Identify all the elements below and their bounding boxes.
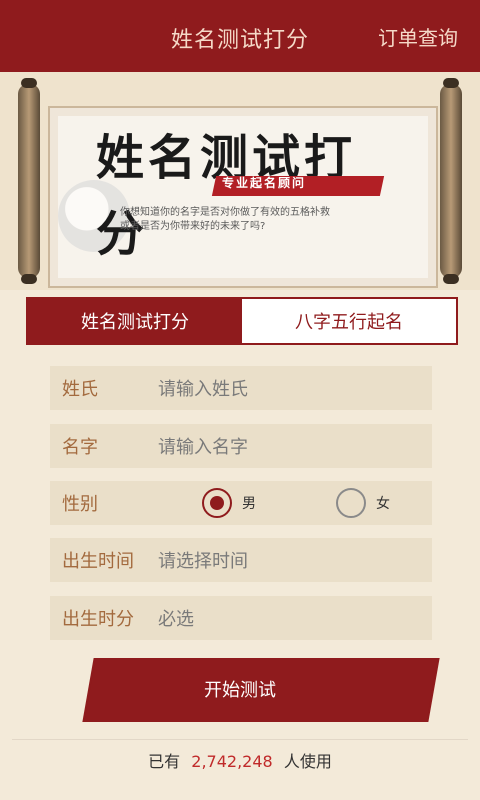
surname-label: 姓氏 — [62, 379, 98, 400]
banner: 姓名测试打分 专业起名顾问 你想知道你的名字是否对你做了有效的五格补救 或者是否… — [0, 72, 480, 290]
tab-bazi-naming[interactable]: 八字五行起名 — [242, 299, 456, 343]
gender-option-male[interactable]: 男 — [202, 488, 256, 518]
banner-description-line1: 你想知道你的名字是否对你做了有效的五格补救 — [120, 207, 330, 218]
gender-options: 男 女 — [202, 488, 390, 518]
birth-time-label: 出生时间 — [62, 551, 134, 572]
scroll-rod-left — [18, 78, 40, 284]
tab-name-test[interactable]: 姓名测试打分 — [28, 299, 242, 343]
gender-row: 性别 男 女 — [50, 481, 432, 525]
user-count-footer: 已有 2,742,248 人使用 — [0, 748, 480, 772]
footer-divider — [12, 739, 468, 740]
top-header: 姓名测试打分 订单查询 — [0, 0, 480, 72]
banner-subtitle: 专业起名顾问 — [222, 176, 307, 190]
surname-row: 姓氏 请输入姓氏 — [50, 366, 432, 410]
surname-input[interactable]: 请输入姓氏 — [158, 375, 248, 401]
birth-hour-picker[interactable]: 必选 — [158, 605, 194, 631]
banner-description: 你想知道你的名字是否对你做了有效的五格补救 或者是否为你带来好的未来了吗? — [120, 206, 380, 234]
female-radio[interactable] — [336, 488, 366, 518]
footer-suffix: 人使用 — [283, 752, 332, 771]
birth-hour-label: 出生时分 — [62, 609, 134, 630]
male-label: 男 — [242, 496, 256, 512]
footer-prefix: 已有 — [148, 752, 181, 771]
banner-description-line2: 或者是否为你带来好的未来了吗? — [120, 221, 266, 232]
birth-time-row: 出生时间 请选择时间 — [50, 538, 432, 582]
female-label: 女 — [376, 496, 390, 512]
order-query-link[interactable]: 订单查询 — [378, 22, 458, 51]
gender-label: 性别 — [62, 494, 98, 515]
gender-option-female[interactable]: 女 — [336, 488, 390, 518]
birth-time-picker[interactable]: 请选择时间 — [158, 547, 248, 573]
given-name-row: 名字 请输入名字 — [50, 424, 432, 468]
male-radio[interactable] — [202, 488, 232, 518]
given-name-label: 名字 — [62, 437, 98, 458]
user-count: 2,742,248 — [191, 752, 273, 771]
start-test-button[interactable]: 开始测试 — [0, 676, 480, 702]
tab-bar: 姓名测试打分 八字五行起名 — [26, 297, 458, 345]
scroll-rod-right — [440, 78, 462, 284]
birth-hour-row: 出生时分 必选 — [50, 596, 432, 640]
given-name-input[interactable]: 请输入名字 — [158, 433, 248, 459]
